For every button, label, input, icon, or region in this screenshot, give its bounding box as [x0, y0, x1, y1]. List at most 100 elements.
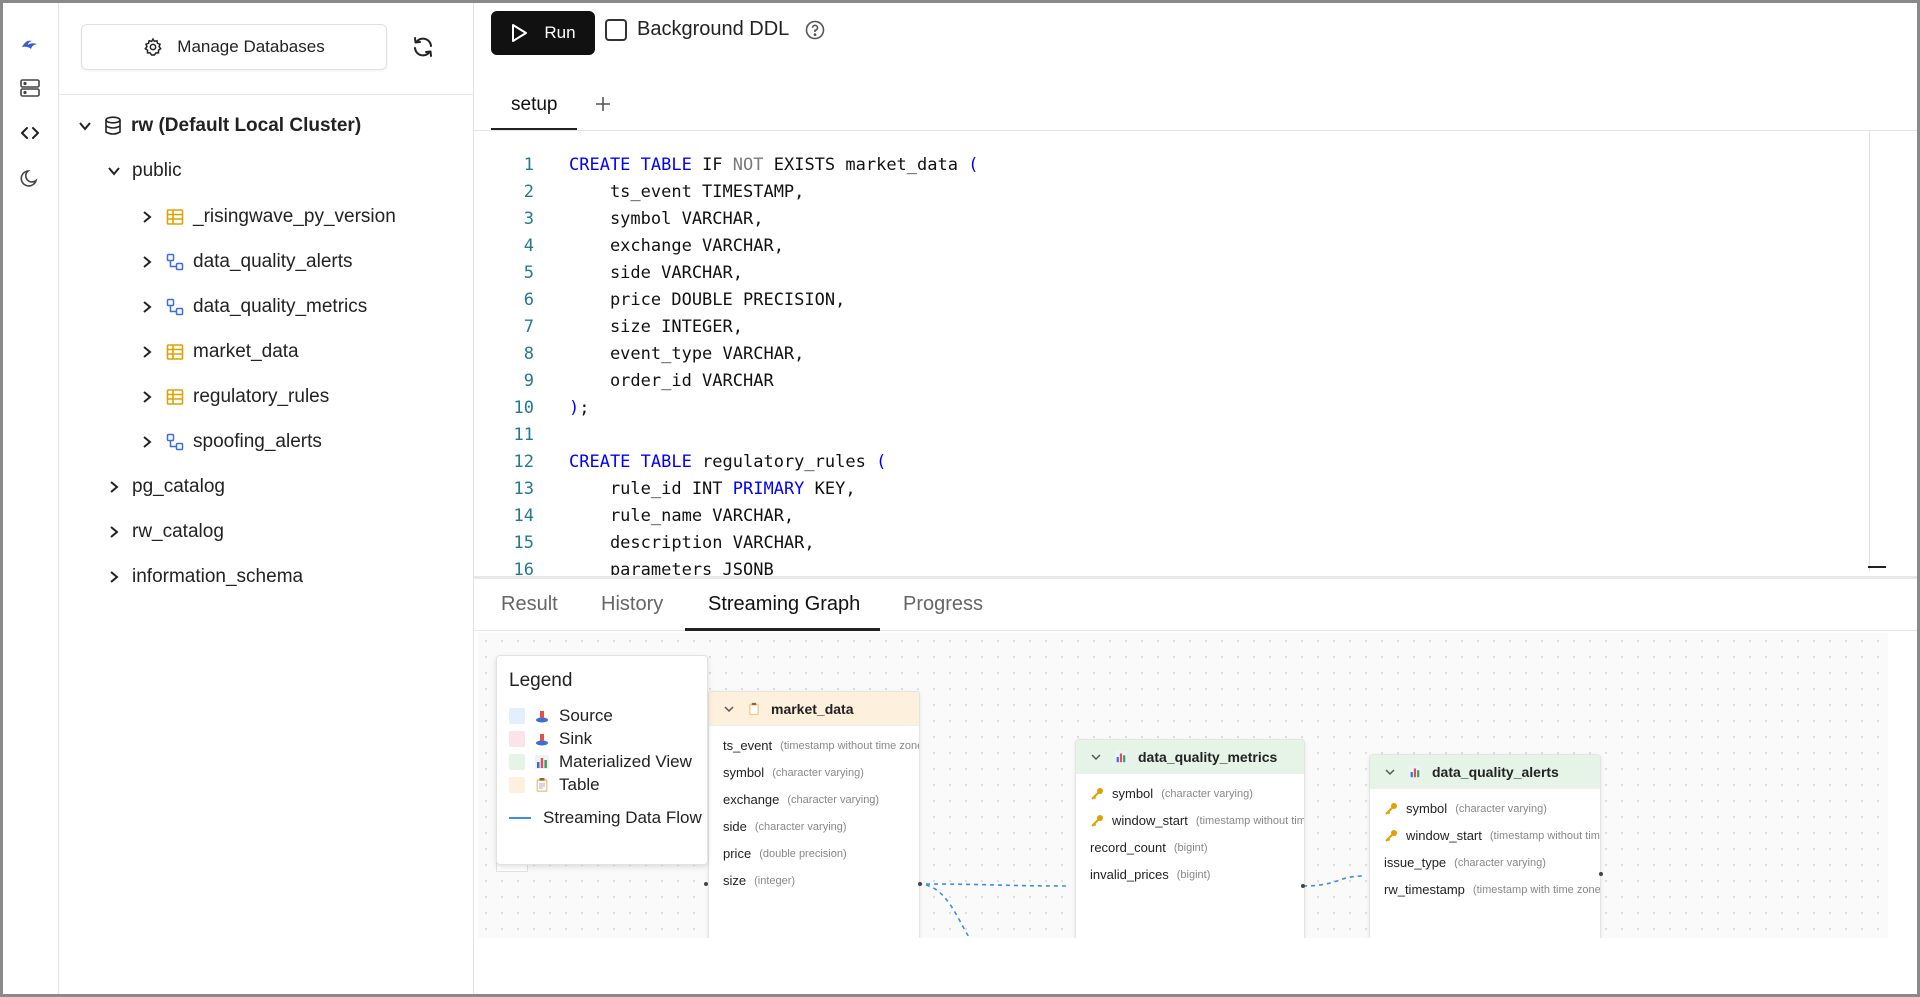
minimize-handle[interactable] — [1868, 566, 1886, 568]
refresh-button[interactable] — [409, 33, 437, 61]
result-tabs: Result History Streaming Graph Progress — [474, 581, 1917, 631]
code-line: 3 symbol VARCHAR, — [523, 209, 764, 229]
background-ddl-label: Background DDL — [637, 18, 790, 40]
database-explorer: Manage Databases rw (Default Local Clust… — [59, 3, 474, 994]
node-column: side (character varying) — [723, 819, 847, 834]
moon-icon[interactable] — [17, 165, 43, 191]
node-header: data_quality_alerts — [1370, 755, 1600, 789]
logo-icon[interactable] — [17, 31, 43, 57]
tab-history[interactable]: History — [601, 593, 663, 616]
table-icon — [165, 342, 185, 362]
chevron-right-icon — [139, 254, 155, 270]
sql-editor[interactable]: 1 CREATE TABLE IF NOT EXISTS market_data … — [474, 143, 1894, 575]
legend-swatch — [509, 754, 525, 770]
chevron-down-icon[interactable] — [723, 703, 735, 715]
tree-item-data-quality-alerts[interactable]: data_quality_alerts — [139, 247, 353, 277]
key-icon — [1090, 814, 1104, 828]
code-line: 16 parameters JSONB — [513, 560, 774, 575]
tree-item-market-data[interactable]: market_data — [139, 337, 299, 367]
editor-scrollbar[interactable] — [1869, 131, 1870, 571]
editor-tabs: setup — [491, 81, 578, 131]
background-ddl-checkbox[interactable] — [605, 18, 627, 41]
legend-item-source: Source — [509, 706, 613, 726]
legend-item-sink: Sink — [509, 729, 592, 749]
chevron-down-icon — [77, 118, 93, 134]
tab-setup[interactable]: setup — [491, 94, 578, 131]
pane-resize-handle[interactable] — [474, 576, 1917, 579]
node-column: symbol (character varying) — [723, 765, 864, 780]
node-header: data_quality_metrics — [1076, 740, 1304, 774]
code-line: 4 exchange VARCHAR, — [523, 236, 784, 256]
chevron-right-icon — [106, 524, 122, 540]
key-icon — [1384, 829, 1398, 843]
tree-item-regulatory-rules[interactable]: regulatory_rules — [139, 382, 329, 412]
flow-edge-metrics-to-alerts — [1302, 875, 1364, 887]
chevron-down-icon[interactable] — [1090, 751, 1102, 763]
chevron-down-icon[interactable] — [1384, 766, 1396, 778]
run-button[interactable]: Run — [491, 11, 595, 55]
code-line: 12 CREATE TABLE regulatory_rules ( — [513, 452, 887, 472]
tab-streaming-graph[interactable]: Streaming Graph — [708, 593, 860, 616]
tree-item-label: market_data — [193, 341, 299, 362]
tree-cluster-rw[interactable]: rw (Default Local Cluster) — [77, 111, 361, 141]
graph-node-data-quality-alerts[interactable]: data_quality_alerts symbol (character var… — [1369, 754, 1601, 938]
main-panel: Run Background DDL setup 1 CREATE TABLE I… — [474, 3, 1917, 994]
node-title: market_data — [771, 700, 854, 717]
graph-node-data-quality-metrics[interactable]: data_quality_metrics symbol (character va… — [1075, 739, 1305, 938]
help-icon[interactable] — [805, 20, 825, 40]
node-port-right[interactable] — [1301, 884, 1305, 888]
table-icon — [165, 207, 185, 227]
active-tab-indicator — [685, 628, 880, 631]
tree-schema-information-schema[interactable]: information_schema — [106, 562, 303, 592]
legend-swatch — [509, 777, 525, 793]
plus-icon — [596, 97, 610, 111]
schema-label: public — [132, 160, 182, 181]
node-column: issue_type (character varying) — [1384, 855, 1546, 870]
tab-result[interactable]: Result — [501, 593, 558, 616]
node-port-right[interactable] — [918, 882, 922, 886]
gear-icon — [144, 37, 163, 56]
node-column: ts_event (timestamp without time zone) — [723, 738, 920, 753]
materialized-view-icon — [165, 432, 185, 452]
database-icon[interactable] — [17, 75, 43, 101]
node-port-left[interactable] — [704, 882, 708, 886]
code-line: 1 CREATE TABLE IF NOT EXISTS market_data … — [523, 155, 979, 175]
chevron-right-icon — [106, 569, 122, 585]
schema-label: pg_catalog — [132, 476, 225, 497]
code-line: 15 description VARCHAR, — [513, 533, 815, 553]
legend-item-streaming-flow: Streaming Data Flow — [509, 808, 702, 828]
legend-item-table: Table — [509, 775, 600, 795]
code-line: 2 ts_event TIMESTAMP, — [523, 182, 805, 202]
tree-item-spoofing-alerts[interactable]: spoofing_alerts — [139, 427, 322, 457]
tree-schema-pg-catalog[interactable]: pg_catalog — [106, 472, 225, 502]
node-port-right[interactable] — [1599, 872, 1603, 876]
add-tab-button[interactable] — [594, 95, 614, 115]
manage-databases-label: Manage Databases — [177, 37, 325, 56]
node-column: rw_timestamp (timestamp with time zone) — [1384, 882, 1601, 897]
graph-node-market-data[interactable]: market_data ts_event (timestamp without t… — [708, 691, 920, 938]
tree-item-label: data_quality_alerts — [193, 251, 353, 272]
node-header: market_data — [709, 692, 919, 726]
code-icon[interactable] — [17, 120, 43, 146]
tree-item-label: spoofing_alerts — [193, 431, 322, 452]
tree-schema-rw-catalog[interactable]: rw_catalog — [106, 517, 224, 547]
flow-edge-market-down — [917, 883, 971, 938]
tree-item-risingwave-py-version[interactable]: _risingwave_py_version — [139, 202, 396, 232]
database-icon — [103, 116, 123, 136]
source-icon — [533, 707, 551, 725]
legend-swatch — [509, 708, 525, 724]
schema-label: information_schema — [132, 566, 304, 587]
tree-schema-public[interactable]: public — [106, 156, 182, 186]
node-column: exchange (character varying) — [723, 792, 880, 807]
key-icon — [1384, 802, 1398, 816]
tree-item-data-quality-metrics[interactable]: data_quality_metrics — [139, 292, 367, 322]
chevron-right-icon — [139, 209, 155, 225]
tab-progress[interactable]: Progress — [903, 593, 983, 616]
manage-databases-button[interactable]: Manage Databases — [81, 24, 387, 70]
streaming-graph-canvas[interactable]: Legend Source Sink Materialized View Tab… — [478, 633, 1888, 938]
clipboard-icon — [747, 702, 761, 716]
node-column: price (double precision) — [723, 846, 847, 861]
tree-item-label: data_quality_metrics — [193, 296, 368, 317]
app-window: Manage Databases rw (Default Local Clust… — [0, 0, 1920, 997]
bar-chart-icon — [1408, 765, 1422, 779]
